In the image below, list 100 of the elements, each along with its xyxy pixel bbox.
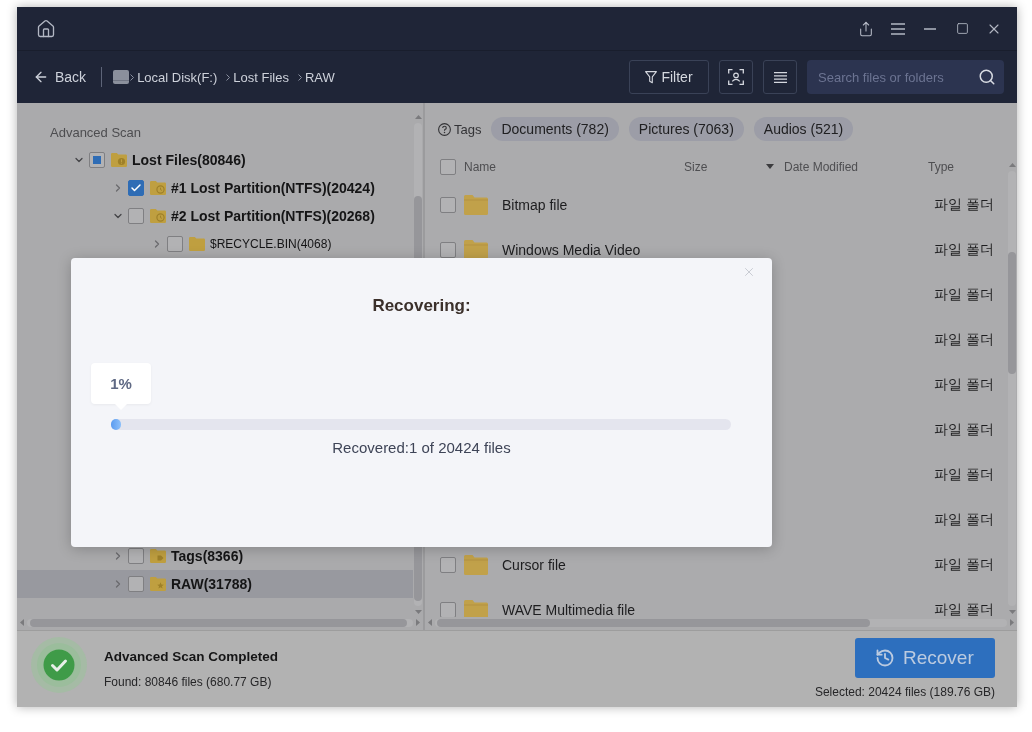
file-type: 파일 폴더	[934, 420, 994, 439]
checkbox[interactable]	[128, 180, 144, 196]
scroll-right-arrow-icon[interactable]	[1010, 619, 1014, 626]
menu-icon	[891, 22, 905, 35]
folder-clock-icon	[150, 209, 166, 223]
checkbox[interactable]	[167, 236, 183, 252]
scroll-up-arrow-icon[interactable]	[1008, 163, 1016, 167]
drive-icon	[113, 70, 130, 84]
tree-item[interactable]: Tags(8366)	[17, 542, 413, 570]
folder-icon	[464, 194, 488, 215]
person-scan-icon	[728, 69, 744, 85]
folder-star-icon	[150, 577, 166, 591]
tag-chip[interactable]: Pictures (7063)	[628, 117, 744, 141]
file-type: 파일 폴더	[934, 465, 994, 484]
home-icon	[36, 18, 56, 39]
search-field[interactable]: Search files or folders	[807, 60, 1004, 94]
breadcrumb-link[interactable]: RAW	[304, 69, 335, 85]
minimize-icon	[924, 27, 936, 30]
tag-chip[interactable]: Documents (782)	[491, 117, 619, 141]
scan-status-title: Advanced Scan Completed	[104, 648, 279, 666]
funnel-icon	[645, 70, 658, 84]
progress-tooltip: 1%	[91, 363, 151, 410]
chevron-right-icon	[226, 73, 231, 81]
tree-item-label: Tags(8366)	[171, 548, 244, 564]
dialog-title: Recovering:	[372, 295, 471, 317]
checkbox[interactable]	[128, 208, 144, 224]
column-header[interactable]: Name	[464, 159, 684, 174]
list-icon	[773, 71, 787, 83]
check-circle-icon	[31, 637, 87, 693]
tree-item-label: #1 Lost Partition(NTFS)(20424)	[171, 180, 375, 196]
checkbox[interactable]	[128, 548, 144, 564]
checkbox[interactable]	[89, 152, 105, 168]
file-type: 파일 폴더	[934, 555, 994, 574]
back-button[interactable]: Back	[33, 69, 87, 85]
checkbox[interactable]	[128, 576, 144, 592]
scroll-down-arrow-icon[interactable]	[414, 610, 422, 614]
file-type: 파일 폴더	[934, 195, 994, 214]
list-view-button[interactable]	[763, 60, 797, 94]
help-icon[interactable]	[438, 122, 451, 136]
tree-item-label: Lost Files(80846)	[132, 152, 246, 168]
search-icon[interactable]	[978, 68, 996, 86]
checkbox[interactable]	[440, 196, 456, 213]
tree-item[interactable]: Lost Files(80846)	[17, 146, 413, 174]
checkbox[interactable]	[440, 158, 456, 175]
tree-item[interactable]: RAW(31788)	[17, 570, 413, 598]
file-type: 파일 폴더	[934, 375, 994, 394]
scroll-up-arrow-icon[interactable]	[414, 115, 422, 119]
tree-item-label: RAW(31788)	[171, 576, 252, 592]
folder-clock-icon	[150, 181, 166, 195]
folder-icon	[464, 599, 488, 617]
column-header[interactable]: Type	[928, 159, 1007, 174]
scrollbar-thumb[interactable]	[1008, 252, 1016, 375]
breadcrumb-link[interactable]: Lost Files	[233, 69, 289, 85]
selected-summary: Selected: 20424 files (189.76 GB)	[814, 684, 995, 700]
scrollbar-track[interactable]	[435, 618, 1007, 627]
checkbox[interactable]	[440, 556, 456, 573]
dialog-close-button[interactable]	[742, 265, 756, 279]
file-type: 파일 폴더	[934, 600, 994, 617]
file-type: 파일 폴더	[934, 330, 994, 349]
file-name: Bitmap file	[502, 196, 568, 213]
filter-button[interactable]: Filter	[629, 60, 709, 94]
chevron-right-icon	[297, 73, 302, 81]
checkbox[interactable]	[440, 601, 456, 617]
tree-item[interactable]: #1 Lost Partition(NTFS)(20424)	[17, 174, 413, 202]
scrollbar-track[interactable]	[1008, 171, 1016, 606]
tree-item-label: #2 Lost Partition(NTFS)(20268)	[171, 208, 375, 224]
column-header[interactable]: Date Modified	[784, 159, 928, 174]
tree-item[interactable]: $RECYCLE.BIN(4068)	[17, 230, 413, 258]
found-summary: Found: 80846 files (680.77 GB)	[104, 674, 273, 690]
preview-button[interactable]	[719, 60, 753, 94]
home-button[interactable]	[36, 18, 56, 39]
scrollbar-thumb[interactable]	[437, 618, 871, 627]
tree-item-label: $RECYCLE.BIN(4068)	[210, 237, 332, 251]
history-icon	[875, 648, 895, 668]
file-type: 파일 폴더	[934, 285, 994, 304]
column-header[interactable]: Size	[684, 159, 784, 174]
scroll-left-arrow-icon[interactable]	[20, 619, 24, 626]
square-icon	[93, 156, 101, 164]
checkbox[interactable]	[440, 241, 456, 258]
folder-icon	[464, 239, 488, 260]
tag-chip[interactable]: Audios (521)	[753, 117, 854, 141]
scroll-left-arrow-icon[interactable]	[428, 619, 432, 626]
folder-alert-icon	[111, 153, 127, 167]
file-type: 파일 폴더	[934, 240, 994, 259]
chevron-right-icon	[130, 73, 135, 81]
tree-item[interactable]: #2 Lost Partition(NTFS)(20268)	[17, 202, 413, 230]
file-name: Windows Media Video	[502, 241, 641, 258]
breadcrumb-link[interactable]: Local Disk(F:)	[137, 69, 218, 85]
maximize-icon	[955, 22, 969, 35]
close-icon	[742, 265, 756, 279]
sort-caret-icon	[766, 164, 774, 169]
tags-label: Tags	[454, 121, 482, 137]
file-type: 파일 폴더	[934, 510, 994, 529]
scroll-down-arrow-icon[interactable]	[1008, 610, 1016, 614]
check-icon	[130, 182, 142, 194]
section-heading: Advanced Scan	[50, 124, 142, 142]
progress-status: Recovered:1 of 20424 files	[332, 439, 511, 457]
share-icon	[858, 20, 874, 37]
scroll-right-arrow-icon[interactable]	[416, 619, 420, 626]
folder-icon	[464, 554, 488, 575]
